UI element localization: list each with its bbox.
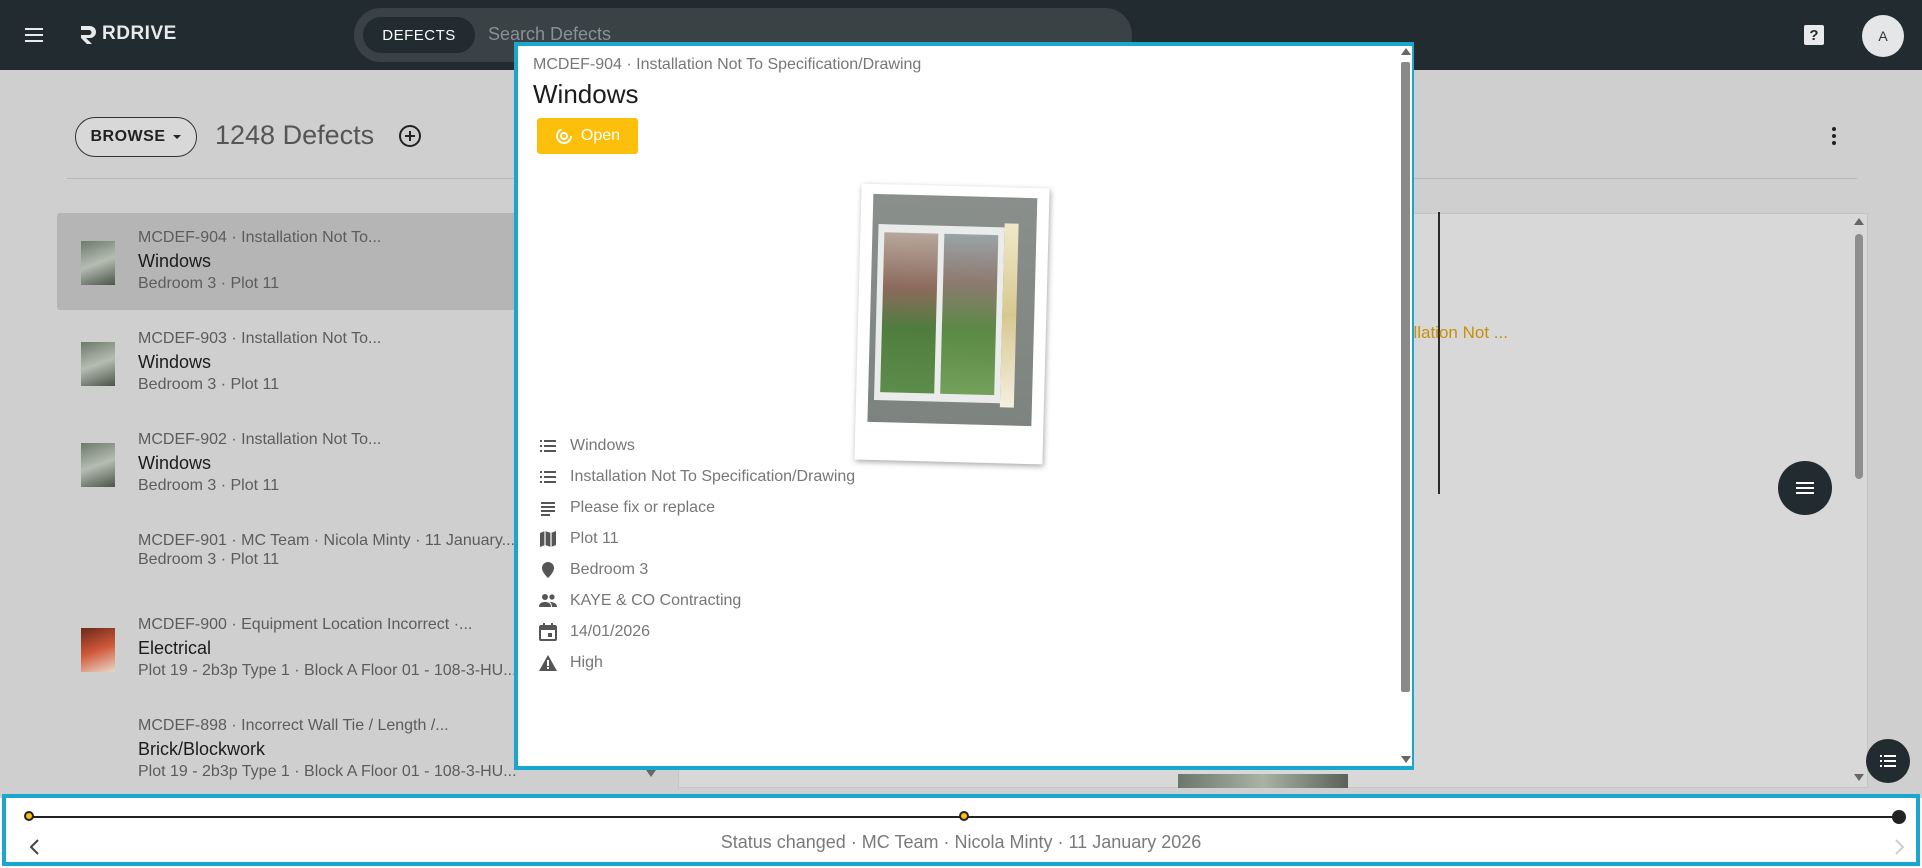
browse-button[interactable]: BROWSE: [75, 117, 197, 157]
timeline-event-text: Status changed · MC Team · Nicola Minty …: [720, 832, 1202, 852]
detail-scroll-down-icon[interactable]: [1854, 774, 1864, 781]
list-item-subtitle: Plot 19 - 2b3p Type 1 · Block A Floor 01…: [138, 763, 517, 780]
photo-window-pane-right: [940, 233, 999, 396]
defect-preview-card: MCDEF-904 · Installation Not To Specific…: [514, 42, 1414, 770]
list-item-subtitle: Bedroom 3 · Plot 11: [138, 477, 280, 494]
warning-icon: [539, 655, 557, 671]
field-due-date-value: 14/01/2026: [570, 623, 651, 640]
list-item-code: MCDEF-904 · Installation Not To...: [138, 229, 382, 246]
detail-photo-strip: [1178, 774, 1348, 788]
defect-title: Windows: [533, 79, 639, 109]
list-item[interactable]: MCDEF-902 · Installation Not To... Windo…: [57, 415, 517, 516]
list-icon: [540, 471, 556, 483]
app-logo[interactable]: RDRIVE: [78, 22, 177, 46]
notes-icon: [541, 502, 555, 516]
list-item-title: Windows: [138, 251, 212, 271]
location-pin-icon: [542, 562, 554, 578]
list-item-code: MCDEF-898 · Incorrect Wall Tie / Length …: [138, 717, 449, 734]
more-vert-icon[interactable]: [1822, 124, 1846, 148]
defect-thumbnail: [81, 628, 115, 672]
user-avatar[interactable]: A: [1862, 15, 1904, 57]
lines-icon: [1796, 482, 1814, 494]
field-plot: Plot 11: [538, 528, 619, 550]
add-circle-icon[interactable]: [398, 124, 422, 148]
field-defect-type-value: Installation Not To Specification/Drawin…: [570, 468, 856, 485]
list-item[interactable]: MCDEF-903 · Installation Not To... Windo…: [57, 314, 517, 415]
list-item[interactable]: MCDEF-901 · MC Team · Nicola Minty · 11 …: [57, 516, 517, 600]
field-defect-type: Installation Not To Specification/Drawin…: [538, 466, 855, 488]
timeline-event-marker[interactable]: [24, 811, 34, 821]
field-priority: High: [538, 652, 603, 674]
field-room-value: Bedroom 3: [570, 561, 649, 578]
map-icon: [540, 531, 556, 547]
field-room: Bedroom 3: [538, 559, 648, 581]
detail-divider: [1438, 212, 1440, 494]
list-item-title: Windows: [138, 453, 212, 473]
list-scroll-down-icon[interactable]: [646, 770, 656, 777]
list-item-subtitle: Bedroom 3 · Plot 11: [138, 551, 280, 568]
status-badge[interactable]: Open: [537, 118, 638, 154]
defects-count: 1248 Defects: [215, 120, 375, 150]
defect-thumbnail: [81, 342, 115, 386]
list-item-subtitle: Bedroom 3 · Plot 11: [138, 376, 280, 393]
history-timeline: Status changed · MC Team · Nicola Minty …: [2, 794, 1920, 866]
svg-text:?: ?: [1809, 27, 1818, 44]
field-contractor-value: KAYE & CO Contracting: [570, 592, 742, 609]
preview-scrollbar-thumb[interactable]: [1401, 62, 1410, 692]
timeline-current-marker[interactable]: [1892, 810, 1906, 824]
detail-scrollbar[interactable]: [1855, 234, 1863, 479]
preview-scroll-up-icon[interactable]: [1401, 48, 1411, 55]
list-icon: [540, 440, 556, 452]
list-item[interactable]: MCDEF-900 · Equipment Location Incorrect…: [57, 600, 517, 701]
list-item-code: MCDEF-902 · Installation Not To...: [138, 431, 382, 448]
field-contractor: KAYE & CO Contracting: [538, 590, 741, 612]
chevron-right-icon[interactable]: [1890, 838, 1908, 856]
field-priority-value: High: [570, 654, 603, 671]
defect-thumbnail: [81, 241, 115, 285]
logo-mark-icon: [81, 26, 96, 44]
list-item[interactable]: MCDEF-898 · Incorrect Wall Tie / Length …: [57, 701, 517, 802]
caret-down-icon: [172, 135, 181, 139]
calendar-icon: [539, 623, 557, 641]
list-item-subtitle: Bedroom 3 · Plot 11: [138, 275, 280, 292]
field-plot-value: Plot 11: [570, 530, 619, 547]
brand-name: RDRIVE: [102, 23, 177, 44]
search-scope-chip[interactable]: DEFECTS: [363, 17, 475, 53]
field-category-value: Windows: [570, 437, 635, 454]
photo-window-pane-left: [880, 232, 939, 394]
list-toggle-fab[interactable]: [1866, 739, 1910, 783]
list-item-subtitle: Plot 19 - 2b3p Type 1 · Block A Floor 01…: [138, 662, 517, 679]
preview-scroll-down-icon[interactable]: [1401, 756, 1411, 763]
status-open-icon: [555, 128, 572, 144]
defect-photo[interactable]: [854, 183, 1050, 465]
people-icon: [539, 594, 557, 607]
window-photo: [867, 193, 1038, 427]
defect-list: MCDEF-904 · Installation Not To... Windo…: [57, 213, 517, 802]
defect-thumbnail: [81, 443, 115, 487]
help-icon[interactable]: ?: [1803, 24, 1825, 46]
menu-icon[interactable]: [22, 23, 46, 47]
status-label: Open: [580, 127, 621, 144]
browse-label: BROWSE: [90, 128, 166, 145]
list-item[interactable]: MCDEF-904 · Installation Not To... Windo…: [57, 213, 517, 310]
list-item-title: Electrical: [138, 638, 212, 658]
field-description: Please fix or replace: [538, 497, 715, 519]
field-category: Windows: [538, 435, 635, 457]
timeline-event-marker[interactable]: [959, 811, 969, 821]
chevron-left-icon[interactable]: [26, 838, 44, 856]
list-item-code: MCDEF-903 · Installation Not To...: [138, 330, 382, 347]
detail-fragment-text: allation Not ...: [1404, 323, 1508, 342]
defect-preview-content: MCDEF-904 · Installation Not To Specific…: [518, 46, 1398, 766]
field-due-date: 14/01/2026: [538, 621, 650, 643]
detail-scroll-up-icon[interactable]: [1854, 218, 1864, 225]
list-view-fab[interactable]: [1778, 461, 1832, 515]
list-item-code: MCDEF-900 · Equipment Location Incorrect…: [138, 616, 473, 633]
list-item-code: MCDEF-901 · MC Team · Nicola Minty · 11 …: [138, 532, 515, 549]
list-item-title: Windows: [138, 352, 212, 372]
list-icon: [1880, 755, 1896, 767]
defect-code-line: MCDEF-904 · Installation Not To Specific…: [533, 56, 922, 73]
field-description-value: Please fix or replace: [570, 499, 715, 516]
list-item-title: Brick/Blockwork: [138, 739, 266, 759]
